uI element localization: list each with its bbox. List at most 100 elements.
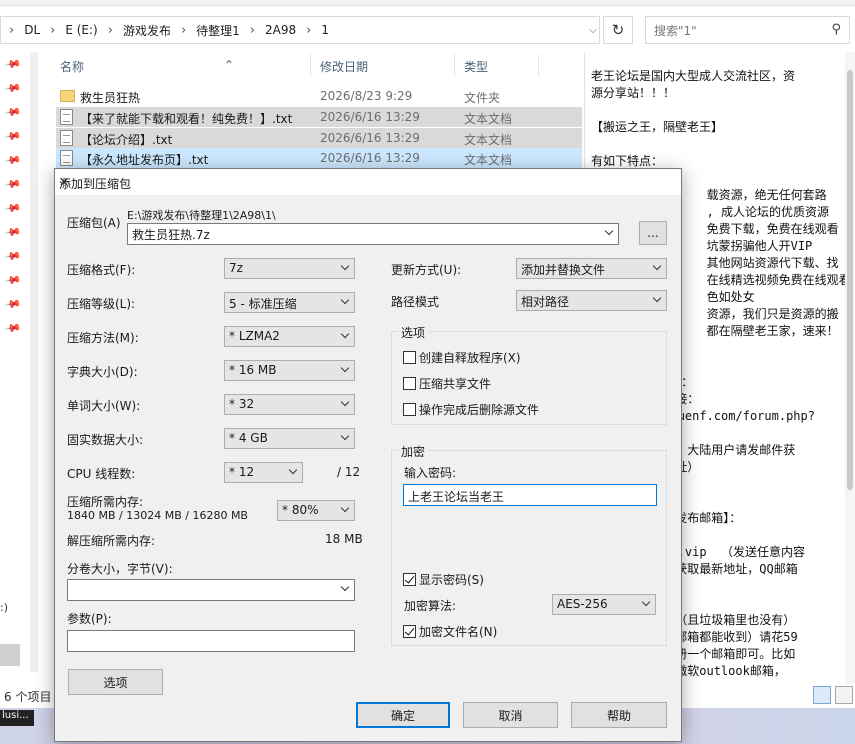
close-icon[interactable]: ✕ bbox=[59, 175, 671, 189]
navigation-pane: 📌 📌 📌 📌 📌 📌 📌 📌 📌 📌 📌 📌 :) bbox=[0, 48, 48, 688]
file-name: 【永久地址发布页】.txt bbox=[80, 153, 209, 167]
format-select[interactable]: 7z bbox=[224, 258, 355, 279]
chevron-down-icon bbox=[605, 228, 614, 237]
mem-percent-select[interactable]: * 80% bbox=[277, 500, 355, 521]
file-type: 文件夹 bbox=[464, 91, 501, 105]
nav-selected-item[interactable] bbox=[0, 644, 20, 666]
column-divider[interactable] bbox=[538, 54, 539, 76]
taskbar-app[interactable]: lusi... bbox=[0, 710, 34, 726]
update-value: 添加并替换文件 bbox=[521, 263, 606, 277]
search-placeholder: 搜索"1" bbox=[654, 23, 697, 38]
level-label: 压缩等级(L): bbox=[67, 297, 136, 311]
breadcrumb-chevron-icon[interactable]: › bbox=[181, 23, 186, 38]
preview-line: 【搬运之王，隔壁老王】 bbox=[591, 120, 724, 134]
breadcrumb-item[interactable]: 2A98 bbox=[265, 23, 296, 37]
text-file-icon bbox=[60, 130, 73, 146]
breadcrumb-chevron-icon[interactable]: › bbox=[50, 23, 55, 38]
column-divider[interactable] bbox=[454, 54, 455, 76]
params-label: 参数(P): bbox=[67, 612, 112, 626]
solid-label: 固实数据大小: bbox=[67, 433, 144, 447]
encrypt-names-checkbox[interactable]: 加密文件名(N) bbox=[403, 623, 497, 640]
file-row[interactable]: 救生员狂热 2026/8/23 9:29 文件夹 bbox=[56, 86, 582, 106]
preview-scrollbar[interactable] bbox=[845, 52, 855, 684]
dialog-titlebar: 添加到压缩包 ✕ bbox=[55, 169, 681, 195]
chevron-down-icon bbox=[289, 467, 298, 476]
preview-line bbox=[591, 102, 849, 119]
delete-after-checkbox[interactable]: 操作完成后删除源文件 bbox=[403, 401, 539, 418]
chevron-down-icon bbox=[642, 599, 651, 608]
ok-button[interactable]: 确定 bbox=[356, 702, 450, 728]
archive-name-combo[interactable]: 救生员狂热.7z bbox=[127, 223, 619, 245]
archive-label: 压缩包(A) bbox=[67, 216, 121, 230]
nav-scrollbar[interactable] bbox=[30, 52, 38, 672]
column-date[interactable]: 修改日期 bbox=[320, 58, 368, 75]
column-headers: ⌃ 名称 修改日期 类型 bbox=[48, 52, 583, 78]
help-button[interactable]: 帮助 bbox=[571, 702, 667, 728]
details-view-icon[interactable] bbox=[813, 686, 831, 704]
tiles-view-icon[interactable] bbox=[835, 686, 853, 704]
breadcrumb-item[interactable]: 待整理1 bbox=[196, 22, 240, 39]
format-label: 压缩格式(F): bbox=[67, 263, 136, 277]
browse-button[interactable]: ... bbox=[639, 221, 667, 245]
checkbox-box bbox=[403, 625, 416, 638]
address-history-dropdown[interactable]: ⌵ bbox=[583, 16, 603, 44]
breadcrumb-chevron-icon[interactable]: › bbox=[250, 23, 255, 38]
pin-icon: 📌 bbox=[3, 151, 23, 170]
breadcrumb-item[interactable]: 游戏发布 bbox=[123, 22, 171, 39]
ribbon-strip bbox=[0, 0, 855, 6]
level-value: 5 - 标准压缩 bbox=[229, 297, 297, 311]
dict-value: * 16 MB bbox=[229, 363, 277, 377]
column-name[interactable]: 名称 bbox=[60, 58, 84, 75]
checkbox-box bbox=[403, 403, 416, 416]
column-type[interactable]: 类型 bbox=[464, 58, 488, 75]
level-select[interactable]: 5 - 标准压缩 bbox=[224, 292, 355, 313]
threads-total: / 12 bbox=[337, 465, 361, 479]
breadcrumb-item[interactable]: E (E:) bbox=[65, 23, 97, 37]
update-select[interactable]: 添加并替换文件 bbox=[516, 258, 667, 279]
dict-select[interactable]: * 16 MB bbox=[224, 360, 355, 381]
breadcrumb-chevron-icon[interactable]: › bbox=[9, 23, 14, 38]
view-toggle bbox=[813, 686, 853, 704]
chevron-down-icon bbox=[341, 263, 350, 272]
solid-select[interactable]: * 4 GB bbox=[224, 428, 355, 449]
word-select[interactable]: * 32 bbox=[224, 394, 355, 415]
file-row[interactable]: 【永久地址发布页】.txt 2026/6/16 13:29 文本文档 bbox=[56, 148, 582, 168]
breadcrumb-item[interactable]: 1 bbox=[321, 23, 329, 37]
params-input[interactable] bbox=[67, 630, 355, 652]
file-type: 文本文档 bbox=[464, 133, 513, 147]
breadcrumb-item[interactable]: DL bbox=[24, 23, 40, 37]
breadcrumb-chevron-icon[interactable]: › bbox=[306, 23, 311, 38]
dict-label: 字典大小(D): bbox=[67, 365, 138, 379]
archive-path: E:\游戏发布\待整理1\2A98\1\ bbox=[127, 209, 276, 222]
file-row[interactable]: 【来了就能下载和观看！纯免费！】.txt 2026/6/16 13:29 文本文档 bbox=[56, 107, 582, 127]
add-to-archive-dialog: 添加到压缩包 ✕ 压缩包(A) E:\游戏发布\待整理1\2A98\1\ 救生员… bbox=[54, 168, 682, 742]
show-password-checkbox[interactable]: 显示密码(S) bbox=[403, 571, 484, 588]
breadcrumb-chevron-icon[interactable]: › bbox=[108, 23, 113, 38]
pin-icon: 📌 bbox=[3, 175, 23, 194]
compress-shared-label: 压缩共享文件 bbox=[419, 377, 492, 391]
refresh-button[interactable]: ↻ bbox=[603, 16, 633, 44]
split-size-combo[interactable] bbox=[67, 579, 355, 601]
pin-icon: 📌 bbox=[3, 55, 23, 74]
method-select[interactable]: * LZMA2 bbox=[224, 326, 355, 347]
threads-select[interactable]: * 12 bbox=[224, 462, 303, 483]
address-bar-area: › DL › E (E:) › 游戏发布 › 待整理1 › 2A98 › 1 ⌵ ↻ 搜索"1" ⚲ bbox=[0, 12, 855, 46]
path-select[interactable]: 相对路径 bbox=[516, 290, 667, 311]
cancel-button[interactable]: 取消 bbox=[463, 702, 558, 728]
preview-line bbox=[591, 136, 849, 153]
options-button[interactable]: 选项 bbox=[68, 669, 163, 695]
mem-label: 压缩所需内存: bbox=[67, 495, 144, 509]
encryption-method-value: AES-256 bbox=[557, 597, 608, 611]
password-input[interactable]: 上老王论坛当老王 bbox=[403, 484, 657, 506]
file-date: 2026/6/16 13:29 bbox=[320, 151, 420, 165]
pin-icon: 📌 bbox=[3, 271, 23, 290]
scrollbar-thumb[interactable] bbox=[847, 70, 853, 490]
encryption-method-select[interactable]: AES-256 bbox=[552, 594, 656, 615]
compress-shared-checkbox[interactable]: 压缩共享文件 bbox=[403, 375, 491, 392]
create-sfx-checkbox[interactable]: 创建自释放程序(X) bbox=[403, 349, 521, 366]
file-row[interactable]: 【论坛介绍】.txt 2026/6/16 13:29 文本文档 bbox=[56, 128, 582, 148]
column-divider[interactable] bbox=[310, 54, 311, 76]
search-input[interactable]: 搜索"1" ⚲ bbox=[645, 16, 850, 44]
decomp-value: 18 MB bbox=[325, 532, 363, 546]
address-bar[interactable]: › DL › E (E:) › 游戏发布 › 待整理1 › 2A98 › 1 bbox=[0, 16, 600, 44]
